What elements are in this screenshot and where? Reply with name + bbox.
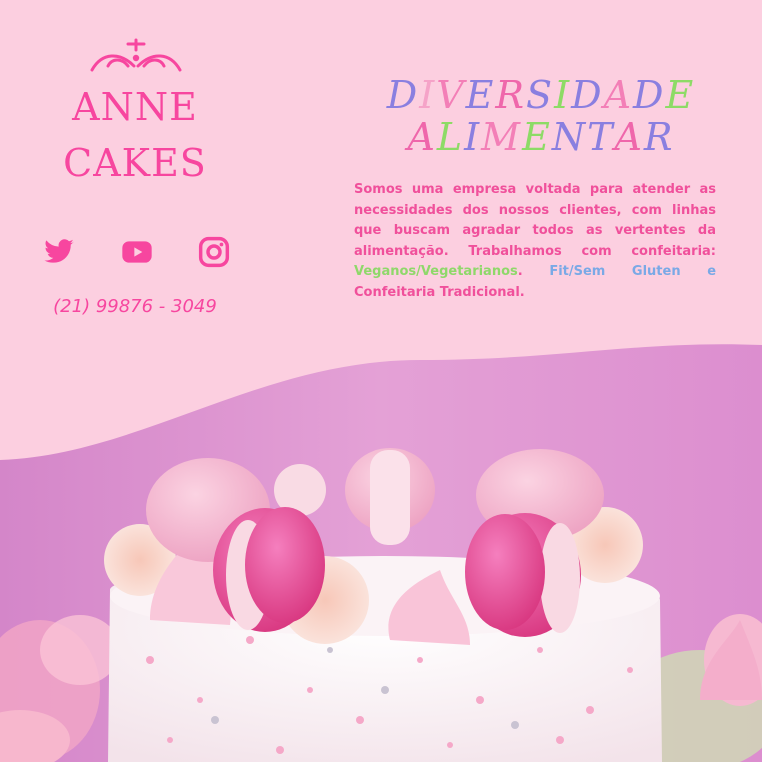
headline-letter: I [419,73,437,117]
description-text-1: Somos uma empresa voltada para atender a… [354,182,716,259]
headline-letter: E [522,115,552,159]
headline-letter: S [526,73,555,117]
headline-letter: I [554,73,572,117]
youtube-icon[interactable] [121,236,153,268]
flyer: ANNE CAKES (21) 99876 - 3049 DIVERSIDADE… [0,0,762,762]
brand-name-line1: ANNE [72,85,198,129]
headline-letter: A [603,73,634,117]
headline-letter: I [464,115,482,159]
headline-letter: E [465,73,496,117]
description-text-2: Confeitaria Tradicional. [354,284,525,300]
crown-ornament-icon [90,38,182,72]
headline-letter: V [436,73,466,117]
twitter-icon[interactable] [43,236,75,268]
headline-letter: T [587,115,615,159]
description-sep: . [517,264,550,279]
headline-letter: N [551,115,588,159]
company-description: Somos uma empresa voltada para atender a… [354,180,716,303]
headline-letter: R [495,73,527,117]
headline-letter: D [571,73,604,117]
headline-letter: E [665,73,696,117]
headline-letter: M [481,115,523,159]
instagram-icon[interactable] [198,236,230,268]
headline-letter: A [407,115,437,159]
headline-letter: R [643,115,675,159]
headline-letter: D [386,73,420,117]
fit-highlight: Fit/Sem Gluten e [549,264,717,279]
brand-name-line2: CAKES [63,141,207,185]
vegan-highlight: Veganos/Vegetarianos [354,264,518,279]
headline-letter: D [633,73,666,117]
phone-number: (21) 99876 - 3049 [53,296,217,317]
headline-letter: A [614,115,644,159]
headline-line1: DIVERSIDADE [356,76,726,114]
headline-letter: L [436,115,465,159]
headline-line2: ALIMENTAR [356,118,726,156]
